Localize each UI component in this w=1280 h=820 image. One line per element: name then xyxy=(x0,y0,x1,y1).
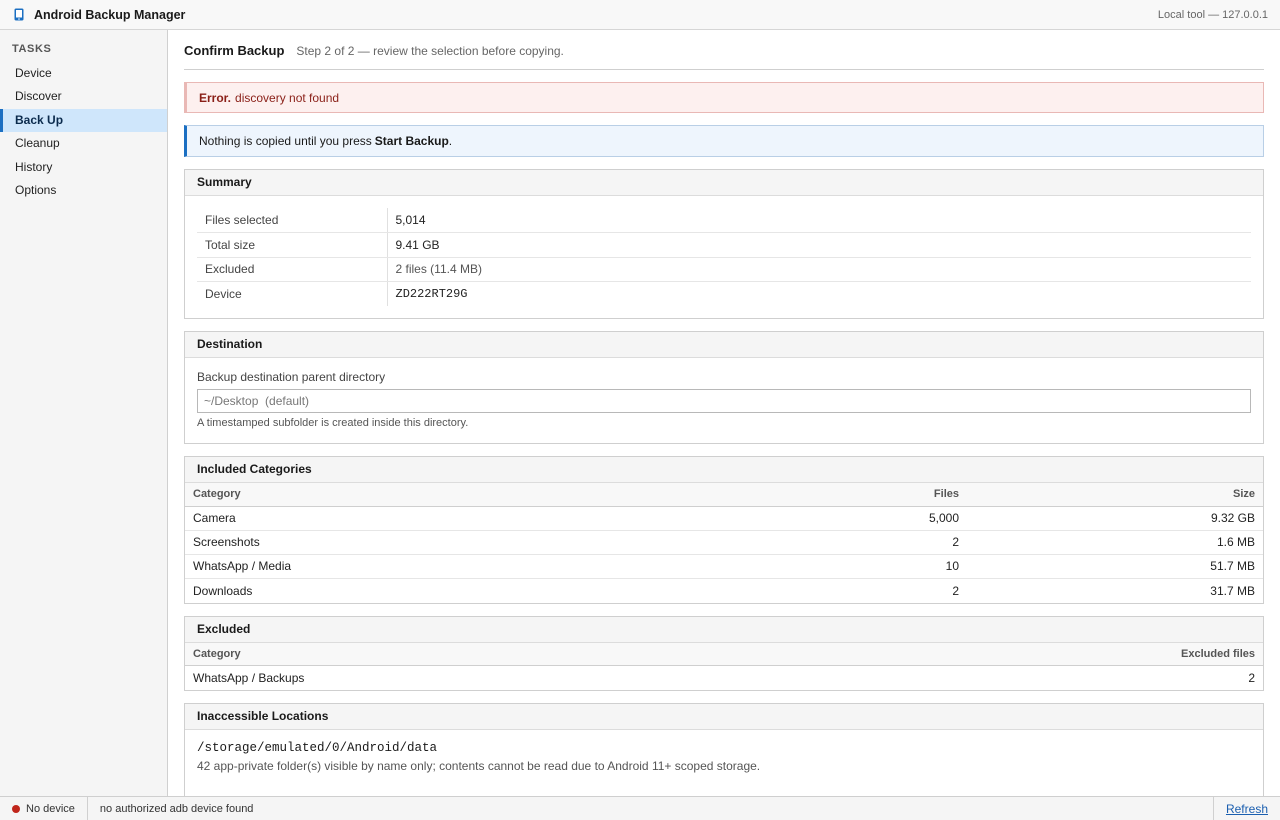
error-prefix: Error. xyxy=(199,90,232,105)
column-header-category: Category xyxy=(185,483,667,507)
table-row: Camera 5,000 9.32 GB xyxy=(185,506,1263,531)
page-header: Confirm Backup Step 2 of 2 — review the … xyxy=(184,30,1264,70)
info-text: Nothing is copied until you press xyxy=(199,134,372,148)
page-title: Confirm Backup xyxy=(184,43,285,58)
summary-table: Files selected 5,014 Total size 9.41 GB … xyxy=(197,208,1251,306)
sidebar: TASKS Device Discover Back Up Cleanup Hi… xyxy=(0,30,168,796)
summary-value: 2 files (11.4 MB) xyxy=(387,257,1251,282)
excluded-table: Category Excluded files WhatsApp / Backu… xyxy=(185,642,1263,690)
destination-title: Destination xyxy=(185,332,1263,358)
category-cell: WhatsApp / Media xyxy=(185,554,667,580)
main-content: Confirm Backup Step 2 of 2 — review the … xyxy=(168,30,1280,796)
summary-value: 5,014 xyxy=(387,208,1251,233)
destination-panel: Destination Backup destination parent di… xyxy=(184,331,1264,444)
summary-row: Files selected 5,014 xyxy=(197,208,1251,233)
included-categories-title: Included Categories xyxy=(185,457,1263,483)
size-cell: 9.32 GB xyxy=(967,506,1263,531)
size-cell: 1.6 MB xyxy=(967,530,1263,555)
inaccessible-path: /storage/emulated/0/Android/data xyxy=(197,740,438,755)
sidebar-item-discover[interactable]: Discover xyxy=(0,85,167,108)
summary-label: Device xyxy=(197,281,388,306)
error-alert: Error. discovery not found xyxy=(184,82,1264,113)
refresh-link[interactable]: Refresh xyxy=(1212,797,1280,820)
summary-row: Total size 9.41 GB xyxy=(197,232,1251,258)
excluded-title: Excluded xyxy=(185,616,1263,643)
info-emphasis: Start Backup xyxy=(374,134,449,148)
table-row: WhatsApp / Backups 2 xyxy=(185,666,1263,690)
excluded-panel: Excluded Category Excluded files WhatsAp… xyxy=(184,615,1264,691)
summary-label: Excluded xyxy=(197,257,388,282)
sidebar-item-back-up[interactable]: Back Up xyxy=(0,108,167,133)
sidebar-item-history[interactable]: History xyxy=(0,156,167,179)
app-title: Android Backup Manager xyxy=(34,7,186,22)
device-serial: ZD222RT29G xyxy=(395,287,468,301)
status-message: no authorized adb device found xyxy=(99,802,254,815)
summary-row: Excluded 2 files (11.4 MB) xyxy=(197,257,1251,282)
title-bar: Android Backup Manager Local tool — 127.… xyxy=(0,0,1280,30)
destination-input[interactable] xyxy=(197,389,1251,413)
category-cell: Camera xyxy=(185,506,667,531)
included-categories-panel: Included Categories Category Files Size … xyxy=(184,456,1264,604)
category-cell: Screenshots xyxy=(185,530,667,555)
included-categories-table: Category Files Size Camera 5,000 9.32 GB… xyxy=(185,483,1263,603)
table-row: Screenshots 2 1.6 MB xyxy=(185,530,1263,555)
files-cell: 2 xyxy=(667,530,967,555)
sidebar-item-options[interactable]: Options xyxy=(0,179,167,202)
column-header-size: Size xyxy=(967,483,1263,507)
phone-icon xyxy=(14,8,24,21)
size-cell: 51.7 MB xyxy=(967,554,1263,580)
category-cell: WhatsApp / Backups xyxy=(193,671,305,686)
destination-field-label: Backup destination parent directory xyxy=(197,370,386,384)
column-header-category: Category xyxy=(185,642,817,667)
table-row: Downloads 2 31.7 MB xyxy=(185,579,1263,603)
column-header-files: Files xyxy=(667,483,967,507)
excluded-count-cell: 2 xyxy=(1248,671,1255,686)
table-header-row: Category Excluded files xyxy=(185,642,1263,667)
host-info: Local tool — 127.0.0.1 xyxy=(1157,8,1268,21)
device-status-label: No device xyxy=(26,802,75,815)
sidebar-section-title: TASKS xyxy=(12,43,52,55)
info-alert: Nothing is copied until you press Start … xyxy=(184,125,1264,157)
summary-panel: Summary Files selected 5,014 Total size … xyxy=(184,169,1264,319)
info-suffix: . xyxy=(448,134,453,148)
table-header-row: Category Files Size xyxy=(185,483,1263,507)
files-cell: 2 xyxy=(952,583,959,598)
summary-label: Total size xyxy=(197,232,388,258)
inaccessible-description: 42 app-private folder(s) visible by name… xyxy=(197,758,761,773)
inaccessible-locations-title: Inaccessible Locations xyxy=(185,703,1263,730)
status-bar: No device no authorized adb device found… xyxy=(0,796,1280,820)
page-subtitle: Step 2 of 2 — review the selection befor… xyxy=(296,44,564,58)
summary-title: Summary xyxy=(185,170,1263,196)
inaccessible-locations-panel: Inaccessible Locations /storage/emulated… xyxy=(184,702,1264,796)
column-header-excluded-files: Excluded files xyxy=(816,642,1263,667)
table-row: WhatsApp / Media 10 51.7 MB xyxy=(185,554,1263,580)
status-dot-icon xyxy=(12,804,20,813)
summary-row: Device ZD222RT29G xyxy=(197,281,1251,306)
error-message: discovery not found xyxy=(235,90,340,105)
device-status: No device xyxy=(0,797,88,820)
sidebar-item-device[interactable]: Device xyxy=(0,62,167,85)
files-cell: 10 xyxy=(667,554,967,580)
files-cell: 5,000 xyxy=(667,506,967,531)
category-cell: Downloads xyxy=(193,583,253,598)
destination-hint: A timestamped subfolder is created insid… xyxy=(197,417,469,429)
summary-value: 9.41 GB xyxy=(387,232,1251,258)
summary-label: Files selected xyxy=(197,208,388,233)
sidebar-item-cleanup[interactable]: Cleanup xyxy=(0,132,167,155)
size-cell: 31.7 MB xyxy=(1210,583,1255,598)
